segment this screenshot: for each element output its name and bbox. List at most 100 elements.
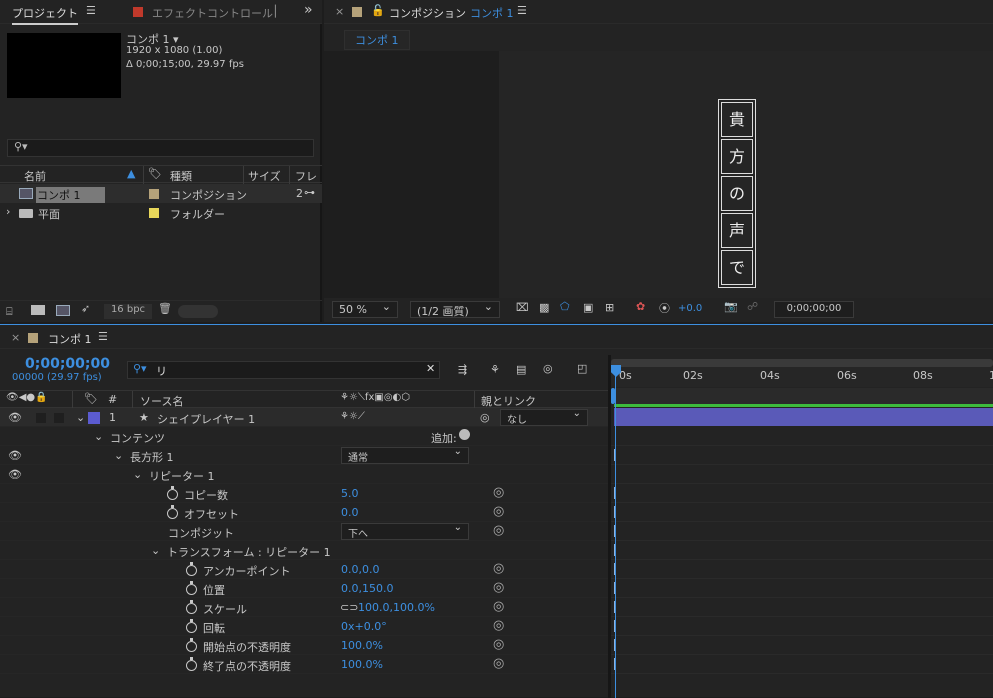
col-type[interactable]: 種類 xyxy=(170,168,192,184)
clear-search-icon[interactable]: ✕ xyxy=(426,362,435,375)
layer-row[interactable]: 👁 ⌄ 1 ★ シェイプレイヤー 1 ⚘☼⟋ ◎ なし xyxy=(0,408,608,427)
chevron-down-icon[interactable]: ⌄ xyxy=(114,449,123,462)
copies-row[interactable]: コピー数 5.0 ◎ xyxy=(0,484,608,503)
thumbnail-slider[interactable] xyxy=(178,305,218,318)
parent-dropdown[interactable]: なし xyxy=(500,408,588,426)
frame-blending-icon[interactable]: ▤ xyxy=(516,363,526,376)
interpret-footage-icon[interactable]: ⌸ xyxy=(6,305,13,319)
motion-blur-icon[interactable]: ◎ xyxy=(543,362,553,375)
label-swatch[interactable] xyxy=(149,189,159,199)
menu-icon[interactable]: ☰ xyxy=(98,330,108,343)
new-folder-icon[interactable] xyxy=(31,305,45,315)
position-value[interactable]: 0.0,150.0 xyxy=(341,582,393,595)
snapshot-camera-icon[interactable]: 📷 xyxy=(724,300,738,313)
layer-label-swatch[interactable] xyxy=(88,412,100,424)
spiral-pickwhip-icon[interactable]: ◎ xyxy=(493,618,504,633)
rotation-value[interactable]: 0x+0.0° xyxy=(341,620,387,633)
stopwatch-icon[interactable] xyxy=(167,505,178,519)
grid-guides-icon[interactable]: ⊞ xyxy=(605,301,614,314)
spiral-pickwhip-icon[interactable]: ◎ xyxy=(493,523,504,538)
mask-visibility-icon[interactable]: ⬠ xyxy=(560,300,570,313)
transparency-grid-icon[interactable]: ▩ xyxy=(539,301,549,314)
transform-row[interactable]: ⌄ トランスフォーム : リピーター 1 xyxy=(0,541,608,560)
render-queue-icon[interactable]: ➶ xyxy=(81,302,90,315)
end-opacity-value[interactable]: 100.0% xyxy=(341,658,383,671)
comp-dropdown-link[interactable]: コンポ 1 xyxy=(470,5,514,21)
tab-project[interactable]: プロジェクト xyxy=(12,5,78,25)
show-snapshot-icon[interactable]: ☍ xyxy=(747,300,758,313)
chevron-right-icon[interactable]: › xyxy=(6,205,10,218)
playhead-line[interactable] xyxy=(615,375,616,698)
exposure-value[interactable]: +0.0 xyxy=(678,303,702,314)
timeline-search-input[interactable]: ⚲▾ リ ✕ xyxy=(127,361,440,379)
close-icon[interactable]: × xyxy=(11,331,20,344)
stopwatch-icon[interactable] xyxy=(186,657,197,671)
spiral-pickwhip-icon[interactable]: ◎ xyxy=(493,580,504,595)
comp-mini-flowchart-icon[interactable]: ⇶ xyxy=(458,363,467,376)
anchor-row[interactable]: アンカーポイント 0.0,0.0 ◎ xyxy=(0,560,608,579)
project-search-input[interactable]: ⚲▾ xyxy=(7,139,314,157)
scale-value[interactable]: 100.0,100.0% xyxy=(358,601,435,614)
copies-value[interactable]: 5.0 xyxy=(341,487,359,500)
layer-name[interactable]: シェイプレイヤー 1 xyxy=(157,411,255,427)
zoom-dropdown[interactable]: 50 % xyxy=(332,300,398,318)
timeline-tab[interactable]: コンポ 1 xyxy=(48,331,92,347)
project-item-comp[interactable]: コンポ 1 コンポジション 2 ⊶ xyxy=(0,184,322,203)
work-area-span[interactable] xyxy=(614,404,993,407)
trash-icon[interactable]: 🗑 xyxy=(158,302,172,315)
contents-row[interactable]: ⌄ コンテンツ 追加: xyxy=(0,427,608,446)
time-ruler[interactable]: 0s 02s 04s 06s 08s 1 xyxy=(611,367,993,387)
spiral-pickwhip-icon[interactable]: ◎ xyxy=(493,485,504,500)
sort-asc-icon[interactable]: ▲ xyxy=(127,167,135,180)
col-size[interactable]: サイズ xyxy=(248,168,281,184)
color-channel-icon[interactable]: ✿ xyxy=(636,300,645,313)
menu-icon[interactable]: ☰ xyxy=(86,4,96,17)
spiral-pickwhip-icon[interactable]: ◎ xyxy=(493,504,504,519)
tab-comp1[interactable]: コンポ 1 xyxy=(344,30,410,50)
stopwatch-icon[interactable] xyxy=(186,581,197,595)
composite-row[interactable]: コンポジット 下へ ◎ xyxy=(0,522,608,541)
spiral-pickwhip-icon[interactable]: ◎ xyxy=(493,637,504,652)
end-opacity-row[interactable]: 終了点の不透明度 100.0% ◎ xyxy=(0,655,608,674)
stopwatch-icon[interactable] xyxy=(186,638,197,652)
current-time-field[interactable]: 0;00;00;00 xyxy=(774,301,854,318)
region-of-interest-icon[interactable]: ▣ xyxy=(583,301,593,314)
stopwatch-icon[interactable] xyxy=(186,600,197,614)
start-opacity-value[interactable]: 100.0% xyxy=(341,639,383,652)
work-area-bar[interactable] xyxy=(611,388,993,404)
flowchart-icon[interactable]: ⊶ xyxy=(304,186,315,199)
col-source-name[interactable]: ソース名 xyxy=(140,393,183,409)
layer-duration-bar[interactable] xyxy=(614,408,993,426)
col-parent[interactable]: 親とリンク xyxy=(481,393,536,409)
menu-icon[interactable]: ☰ xyxy=(517,4,527,17)
anchor-value[interactable]: 0.0,0.0 xyxy=(341,563,379,576)
repeater-row[interactable]: 👁 ⌄ リピーター 1 xyxy=(0,465,608,484)
graph-editor-icon[interactable]: ◰ xyxy=(577,362,587,375)
stopwatch-icon[interactable] xyxy=(186,562,197,576)
resolution-dropdown[interactable]: (1/2 画質) xyxy=(410,300,500,318)
spiral-pickwhip-icon[interactable]: ◎ xyxy=(493,561,504,576)
current-time-display[interactable]: 0;00;00;00 xyxy=(25,356,110,372)
rect-group-row[interactable]: 👁 ⌄ 長方形 1 通常 xyxy=(0,446,608,465)
lock-box[interactable] xyxy=(54,413,64,423)
visibility-eye-icon[interactable]: 👁 xyxy=(8,411,22,424)
chevron-down-icon[interactable]: ⌄ xyxy=(133,468,142,481)
add-label[interactable]: 追加: xyxy=(431,430,457,446)
spiral-pickwhip-icon[interactable]: ◎ xyxy=(493,656,504,671)
chevron-down-icon[interactable]: ⌄ xyxy=(94,430,103,443)
color-management-icon[interactable]: ⦿ xyxy=(659,300,670,316)
time-navigator-bar[interactable] xyxy=(611,359,993,367)
panel-overflow-icon[interactable]: » xyxy=(304,2,313,18)
offset-value[interactable]: 0.0 xyxy=(341,506,359,519)
visibility-eye-icon[interactable]: 👁 xyxy=(8,468,22,481)
viewer-canvas[interactable]: 貴 方 の 声 で xyxy=(324,51,993,298)
col-name[interactable]: 名前 xyxy=(24,168,46,184)
offset-row[interactable]: オフセット 0.0 ◎ xyxy=(0,503,608,522)
spiral-pickwhip-icon[interactable]: ◎ xyxy=(493,599,504,614)
stopwatch-icon[interactable] xyxy=(167,486,178,500)
blend-mode-dropdown[interactable]: 通常 xyxy=(341,446,469,464)
start-opacity-row[interactable]: 開始点の不透明度 100.0% ◎ xyxy=(0,636,608,655)
solo-box[interactable] xyxy=(36,413,46,423)
chevron-down-icon[interactable]: ⌄ xyxy=(76,411,85,424)
lock-icon[interactable]: 🔓 xyxy=(371,4,385,17)
